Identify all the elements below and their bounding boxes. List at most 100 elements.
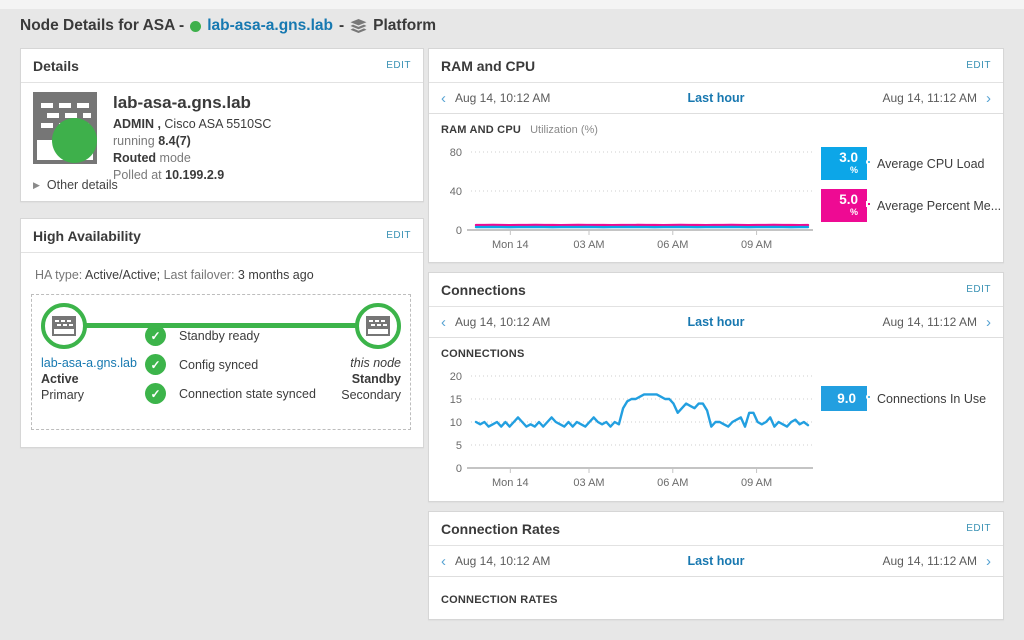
ha-type-line: HA type: Active/Active; Last failover: 3…	[35, 268, 413, 282]
time-range-start: Aug 14, 10:12 AM	[455, 91, 550, 105]
series-connections-in-use	[476, 394, 808, 426]
legend-value-badge: 3.0%	[821, 147, 867, 180]
node-link[interactable]: lab-asa-a.gns.lab	[207, 17, 333, 35]
time-range-start: Aug 14, 10:12 AM	[455, 554, 550, 568]
connections-chart-title-row: CONNECTIONS	[429, 338, 1003, 362]
time-range-label[interactable]: Last hour	[688, 554, 745, 568]
svg-text:10: 10	[450, 417, 462, 429]
next-time-icon[interactable]: ›	[986, 554, 991, 569]
connections-edit-link[interactable]: EDIT	[966, 284, 991, 295]
connections-card: Connections EDIT ‹ Aug 14, 10:12 AM Last…	[428, 272, 1004, 502]
connections-chart[interactable]: 05101520Mon 1403 AM06 AM09 AM	[441, 362, 821, 497]
ram-cpu-chart[interactable]: 04080Mon 1403 AM06 AM09 AM	[441, 138, 821, 256]
svg-text:0: 0	[456, 225, 462, 237]
ha-type-value: Active/Active;	[85, 268, 160, 282]
prev-time-icon[interactable]: ‹	[441, 554, 446, 569]
prev-time-icon[interactable]: ‹	[441, 91, 446, 106]
ha-diagram: lab-asa-a.gns.lab Active Primary ✓ Stand…	[31, 294, 411, 430]
details-card-title: Details	[33, 58, 79, 74]
legend-value-badge: 5.0%	[821, 189, 867, 222]
details-body: lab-asa-a.gns.lab ADMIN , Cisco ASA 5510…	[21, 83, 423, 185]
svg-text:40: 40	[450, 186, 462, 198]
legend-item-average-cpu-load[interactable]: 3.0%Average CPU Load	[821, 147, 991, 180]
ha-right-node-name: this node	[350, 356, 401, 370]
time-range-label[interactable]: Last hour	[688, 315, 745, 329]
ram-chart-title-row: RAM AND CPU Utilization (%)	[429, 114, 1003, 138]
ha-card-title: High Availability	[33, 228, 141, 244]
circle-marker-icon	[866, 159, 872, 165]
details-card-header: Details EDIT	[21, 49, 423, 83]
details-edit-link[interactable]: EDIT	[386, 60, 411, 71]
ram-card-header: RAM and CPU EDIT	[429, 49, 1003, 83]
ram-cpu-card: RAM and CPU EDIT ‹ Aug 14, 10:12 AM Last…	[428, 48, 1004, 263]
ha-edit-link[interactable]: EDIT	[386, 230, 411, 241]
failover-label: Last failover:	[164, 268, 235, 282]
svg-text:Mon 14: Mon 14	[492, 239, 529, 251]
svg-text:Mon 14: Mon 14	[492, 477, 529, 489]
device-mode-line: Routed mode	[113, 151, 271, 165]
legend-value-badge: 9.0	[821, 386, 867, 411]
ha-left-node-link[interactable]: lab-asa-a.gns.lab	[41, 356, 137, 370]
svg-text:20: 20	[450, 371, 462, 383]
ha-body: HA type: Active/Active; Last failover: 3…	[21, 253, 423, 430]
legend-item-connections-in-use[interactable]: 9.0Connections In Use	[821, 386, 991, 411]
prev-time-icon[interactable]: ‹	[441, 315, 446, 330]
check-icon: ✓	[145, 325, 166, 346]
time-range-label[interactable]: Last hour	[688, 91, 745, 105]
rates-chart-title-row: CONNECTION RATES	[429, 577, 1003, 608]
check-label: Config synced	[179, 358, 258, 372]
svg-text:06 AM: 06 AM	[657, 477, 688, 489]
device-polled-line: Polled at 10.199.2.9	[113, 168, 271, 182]
time-range-end: Aug 14, 11:12 AM	[882, 554, 977, 568]
expand-icon: ▶	[33, 180, 40, 191]
svg-text:09 AM: 09 AM	[741, 239, 772, 251]
ram-edit-link[interactable]: EDIT	[966, 60, 991, 71]
square-marker-icon	[866, 201, 872, 207]
other-details-toggle[interactable]: ▶ Other details	[33, 178, 118, 192]
platform-label: Platform	[373, 17, 436, 35]
svg-text:03 AM: 03 AM	[573, 477, 604, 489]
svg-text:06 AM: 06 AM	[657, 239, 688, 251]
ha-type-label: HA type:	[35, 268, 82, 282]
connections-chart-title: CONNECTIONS	[441, 348, 524, 360]
device-vendor: ADMIN ,	[113, 117, 161, 131]
connections-card-header: Connections EDIT	[429, 273, 1003, 307]
connections-chart-row: 05101520Mon 1403 AM06 AM09 AM 9.0Connect…	[429, 362, 1003, 497]
device-version: 8.4(7)	[158, 134, 191, 148]
device-model: Cisco ASA 5510SC	[164, 117, 271, 131]
svg-text:5: 5	[456, 440, 462, 452]
device-status-up-icon	[52, 118, 97, 163]
ha-right-node-role: Secondary	[341, 388, 401, 402]
top-strip	[0, 0, 1024, 9]
ram-cpu-legend: 3.0%Average CPU Load 5.0%Average Percent …	[821, 138, 991, 256]
high-availability-card: High Availability EDIT HA type: Active/A…	[20, 218, 424, 448]
rates-card-header: Connection Rates EDIT	[429, 512, 1003, 546]
ram_cpu-plot: 04080Mon 1403 AM06 AM09 AM	[441, 138, 821, 256]
connection-rates-card: Connection Rates EDIT ‹ Aug 14, 10:12 AM…	[428, 511, 1004, 620]
running-label: running	[113, 134, 155, 148]
svg-text:0: 0	[456, 463, 462, 475]
ha-node-standby: this node Standby Secondary	[251, 303, 401, 402]
device-mode: Routed	[113, 151, 156, 165]
ha-active-node-icon	[41, 303, 87, 349]
time-range-end: Aug 14, 11:12 AM	[882, 91, 977, 105]
time-bar: ‹ Aug 14, 10:12 AM Last hour Aug 14, 11:…	[429, 307, 1003, 338]
svg-text:03 AM: 03 AM	[573, 239, 604, 251]
check-icon: ✓	[145, 354, 166, 375]
rates-edit-link[interactable]: EDIT	[966, 523, 991, 534]
platform-icon	[350, 19, 367, 34]
failover-value: 3 months ago	[238, 268, 314, 282]
ram-chart-row: 04080Mon 1403 AM06 AM09 AM 3.0%Average C…	[429, 138, 1003, 256]
next-time-icon[interactable]: ›	[986, 91, 991, 106]
check-label: Standby ready	[179, 329, 260, 343]
polled-ip: 10.199.2.9	[165, 168, 224, 182]
other-details-label: Other details	[47, 178, 118, 192]
ram-chart-title: RAM AND CPU	[441, 124, 521, 136]
legend-item-average-percent-me-[interactable]: 5.0%Average Percent Me...	[821, 189, 991, 222]
connections-plot: 05101520Mon 1403 AM06 AM09 AM	[441, 362, 821, 497]
node-details-page: Node Details for ASA - lab-asa-a.gns.lab…	[0, 0, 1024, 640]
next-time-icon[interactable]: ›	[986, 315, 991, 330]
device-info: lab-asa-a.gns.lab ADMIN , Cisco ASA 5510…	[113, 92, 271, 185]
device-name: lab-asa-a.gns.lab	[113, 93, 271, 113]
time-range-start: Aug 14, 10:12 AM	[455, 315, 550, 329]
